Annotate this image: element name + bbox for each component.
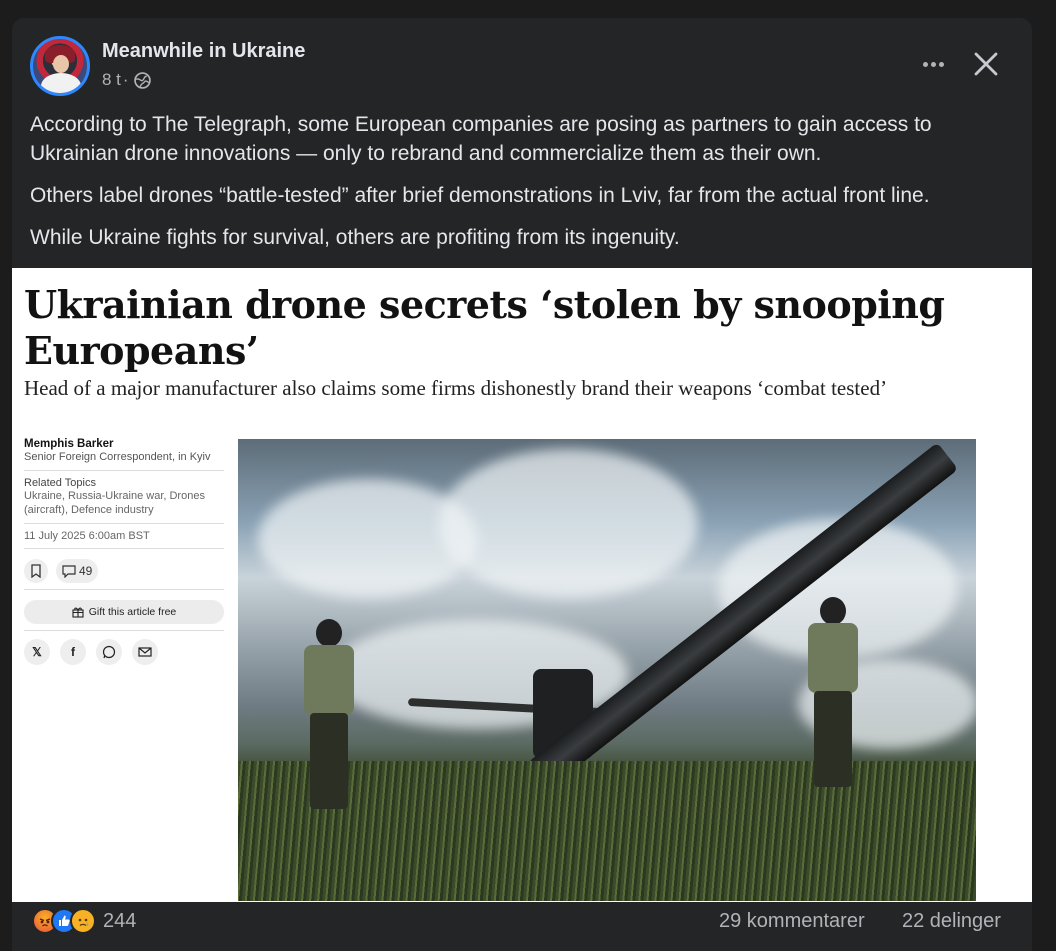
related-topics: Ukraine, Russia-Ukraine war, Drones (air… bbox=[24, 490, 205, 516]
whatsapp-icon bbox=[96, 639, 122, 665]
comments-link[interactable]: 29 kommentarer bbox=[719, 910, 865, 933]
post-footer: 244 29 kommentarer 22 delinger bbox=[12, 902, 1032, 951]
page-name[interactable]: Meanwhile in Ukraine bbox=[102, 40, 305, 63]
more-dot bbox=[922, 61, 928, 67]
thumb-up bbox=[59, 915, 70, 926]
gift-label: Gift this article free bbox=[88, 606, 177, 618]
soldier-legs bbox=[814, 691, 852, 787]
globe-icon bbox=[133, 71, 151, 89]
divider bbox=[24, 589, 224, 590]
whatsapp-glyph bbox=[102, 645, 116, 659]
post-text: According to The Telegraph, some Europea… bbox=[30, 110, 1020, 265]
sad-icon bbox=[70, 908, 96, 934]
more-icon[interactable] bbox=[917, 48, 949, 80]
cloud bbox=[438, 449, 698, 599]
gift-article-button: Gift this article free bbox=[24, 600, 224, 624]
avatar-face bbox=[53, 55, 69, 73]
soldier-head bbox=[820, 597, 846, 625]
soldier-left bbox=[300, 619, 356, 809]
more-dot bbox=[930, 61, 936, 67]
article-author: Memphis Barker bbox=[24, 438, 114, 450]
related-topics-title: Related Topics bbox=[24, 477, 96, 489]
shares-link[interactable]: 22 delinger bbox=[902, 910, 1001, 933]
page-avatar[interactable] bbox=[30, 36, 90, 96]
reactions-summary[interactable]: 244 bbox=[32, 908, 136, 934]
share-row: 𝕏 f bbox=[24, 639, 224, 665]
bookmark-button bbox=[24, 559, 48, 583]
reaction-count[interactable]: 244 bbox=[103, 910, 136, 933]
soldier-torso bbox=[304, 645, 354, 715]
drone-photo bbox=[238, 439, 976, 901]
soldier-right bbox=[804, 597, 860, 787]
meta-separator: · bbox=[122, 70, 129, 89]
divider bbox=[24, 630, 224, 631]
comment-icon bbox=[62, 564, 76, 578]
article-headline: Ukrainian drone secrets ‘stolen by snoop… bbox=[24, 282, 945, 373]
post-meta: 8 t · bbox=[102, 70, 151, 90]
email-glyph bbox=[138, 647, 152, 657]
article-subhead: Head of a major manufacturer also claims… bbox=[24, 376, 888, 400]
post-card: Meanwhile in Ukraine 8 t · According to … bbox=[12, 18, 1032, 951]
soldier-torso bbox=[808, 623, 858, 693]
email-icon bbox=[132, 639, 158, 665]
sad-face bbox=[78, 918, 89, 927]
avatar-body bbox=[41, 73, 81, 93]
soldier-head bbox=[316, 619, 342, 647]
bookmark-icon bbox=[31, 564, 41, 578]
divider bbox=[24, 523, 224, 524]
post-header: Meanwhile in Ukraine 8 t · bbox=[12, 18, 1032, 104]
post-time[interactable]: 8 t bbox=[102, 70, 121, 90]
post-paragraph-3: While Ukraine fights for survival, other… bbox=[30, 226, 680, 249]
comment-count-button: 49 bbox=[56, 559, 99, 583]
article-screenshot[interactable]: Ukrainian drone secrets ‘stolen by snoop… bbox=[12, 268, 1032, 902]
divider bbox=[24, 470, 224, 471]
article-date: 11 July 2025 6:00am BST bbox=[24, 530, 150, 542]
more-dot bbox=[938, 61, 944, 67]
author-role: Senior Foreign Correspondent, in Kyiv bbox=[24, 451, 211, 463]
facebook-share-icon: f bbox=[60, 639, 86, 665]
article-sidebar: Memphis Barker Senior Foreign Correspond… bbox=[24, 438, 224, 665]
soldier-legs bbox=[310, 713, 348, 809]
article-comment-count: 49 bbox=[79, 564, 93, 578]
close-icon[interactable] bbox=[968, 46, 1004, 82]
gift-icon bbox=[72, 607, 84, 618]
x-share-icon: 𝕏 bbox=[24, 639, 50, 665]
article-actions: 49 bbox=[24, 559, 224, 583]
post-paragraph-1: According to The Telegraph, some Europea… bbox=[30, 113, 932, 165]
divider bbox=[24, 548, 224, 549]
post-paragraph-2: Others label drones “battle-tested” afte… bbox=[30, 184, 930, 207]
